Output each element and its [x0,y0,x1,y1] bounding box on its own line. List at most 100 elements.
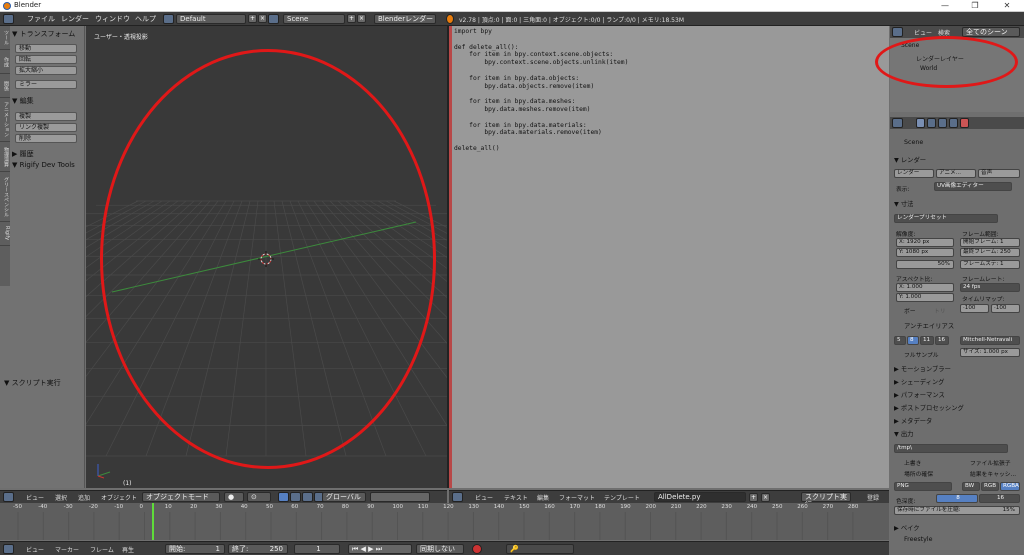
frame-step-field[interactable]: フレームステ: 1 [960,260,1020,269]
text-file-selector[interactable]: AllDelete.py [654,492,746,502]
aa-samples-11[interactable]: 11 [920,336,934,345]
aa-size-field[interactable]: サイズ: 1.000 px [960,348,1020,357]
antialiasing-panel-header[interactable]: アンチエイリアス [904,321,954,330]
timeline-menu-playback[interactable]: 再生 [122,545,134,554]
framerate-selector[interactable]: 24 fps [960,283,1020,292]
duplicate-button[interactable]: 複製 [15,112,77,121]
resolution-x-field[interactable]: X: 1920 px [896,238,954,247]
remap-new-field[interactable]: ·100 [991,304,1020,313]
placeholders-checkbox[interactable]: 場所の確保 [904,469,933,478]
post-processing-panel-header[interactable]: ▶ ポストプロセッシング [894,403,964,412]
rotate-button[interactable]: 回転 [15,55,77,64]
color-mode-rgba[interactable]: RGBA [1000,482,1020,491]
menu-help[interactable]: ヘルプ [135,14,156,24]
register-checkbox[interactable]: 登録 [867,493,879,502]
scene-icon[interactable] [268,14,279,24]
text-editor[interactable]: import bpy def delete_all(): for item in… [449,26,889,488]
display-mode-selector[interactable]: UV画像エディター [934,182,1012,191]
3d-menu-view[interactable]: ビュー [26,493,44,502]
timeline-editor-type-icon[interactable] [3,544,14,554]
sync-mode-selector[interactable]: 同期しない [416,544,464,554]
file-extensions-checkbox[interactable]: ファイル拡張子 [970,458,1011,467]
edit-panel-header[interactable]: ▼ 編集 [12,96,34,106]
output-path-field[interactable]: /tmp\ [894,444,1008,453]
aa-samples-16[interactable]: 16 [935,336,949,345]
tab-create[interactable]: 作成 [0,50,10,74]
outliner-row-scene[interactable]: Scene [901,42,919,49]
viewport-shading-selector[interactable]: ● [224,492,244,502]
rotate-manipulator-icon[interactable] [302,492,313,502]
scene-selector[interactable]: Scene [283,14,345,24]
frame-start-field[interactable]: 開始フレーム: 1 [960,238,1020,247]
object-tab-icon[interactable] [960,118,969,128]
translate-manipulator-icon[interactable] [290,492,301,502]
text-menu-text[interactable]: テキスト [504,493,528,502]
properties-editor-icon[interactable] [892,118,903,128]
current-frame-field[interactable]: 1 [294,544,340,554]
layout-icon[interactable] [163,14,174,24]
transform-orientation-selector[interactable]: グローバル [322,492,366,502]
menu-window[interactable]: ウィンドウ [95,14,130,24]
menu-render[interactable]: レンダー [61,14,89,24]
minimize-button[interactable]: — [930,0,960,12]
tab-grease-pencil[interactable]: グリースペンシル [0,172,10,222]
render-preset-selector[interactable]: レンダープリセット [894,214,998,223]
manipulator-toggle-icon[interactable] [278,492,289,502]
layout-add-button[interactable]: + [248,14,257,23]
timeline-menu-marker[interactable]: マーカー [55,545,79,554]
tab-animation[interactable]: アニメーション [0,98,10,142]
3d-menu-add[interactable]: 追加 [78,493,90,502]
tab-relations[interactable]: 関係 [0,74,10,98]
text-menu-templates[interactable]: テンプレート [604,493,640,502]
timeline-menu-frame[interactable]: フレーム [90,545,114,554]
outliner-editor-icon[interactable] [892,27,903,37]
outliner-display-mode[interactable]: 全てのシーン [962,27,1020,37]
playback-controls[interactable]: ⏮ ◀ ▶ ⏭ [348,544,412,554]
dimensions-panel-header[interactable]: ▼ 寸法 [894,199,913,208]
playhead[interactable] [152,503,154,540]
text-menu-format[interactable]: フォーマット [559,493,595,502]
menu-file[interactable]: ファイル [27,14,55,24]
3d-menu-select[interactable]: 選択 [55,493,67,502]
keying-set-selector[interactable]: 🔑 [506,544,574,554]
3d-editor-type-icon[interactable] [3,492,14,502]
text-menu-edit[interactable]: 編集 [537,493,549,502]
layer-buttons[interactable] [370,492,430,502]
outliner-row-world[interactable]: World [920,65,937,72]
overwrite-checkbox[interactable]: 上書き [904,458,921,467]
scene-add-button[interactable]: + [347,14,356,23]
duplicate-linked-button[interactable]: リンク複製 [15,123,77,132]
render-layers-tab-icon[interactable] [927,118,936,128]
timeline-menu-view[interactable]: ビュー [26,545,44,554]
text-menu-view[interactable]: ビュー [475,493,493,502]
freestyle-panel-header[interactable]: Freestyle [904,536,932,543]
3d-viewport[interactable]: ユーザー・透視投影 (1) [86,26,447,488]
tab-rigify[interactable]: Rigify [0,222,10,246]
bake-panel-header[interactable]: ▶ ベイク [894,523,920,532]
run-script-button[interactable]: スクリプト実行 [801,492,851,509]
layout-selector[interactable]: Default [176,14,246,24]
delete-button[interactable]: 削除 [15,134,77,143]
scene-remove-button[interactable]: × [357,14,366,23]
layout-remove-button[interactable]: × [258,14,267,23]
color-depth-8[interactable]: 8 [936,494,978,503]
translate-button[interactable]: 移動 [15,44,77,53]
border-checkbox[interactable]: ボー [904,306,916,315]
motion-blur-panel-header[interactable]: ▶ モーションブラー [894,364,951,373]
text-new-button[interactable]: + [749,493,758,502]
3d-menu-object[interactable]: オブジェクト [101,493,137,502]
outliner-search-menu[interactable]: 検索 [938,28,950,37]
maximize-button[interactable]: ❐ [960,0,990,12]
script-code[interactable]: import bpy def delete_all(): for item in… [454,28,628,153]
tab-physics[interactable]: 物理演算 [0,142,10,172]
start-frame-field[interactable]: 開始: 1 [165,544,225,554]
pivot-selector[interactable]: ⊙ [247,492,271,502]
file-format-selector[interactable]: PNG [894,482,952,491]
remap-old-field[interactable]: ·100 [960,304,989,313]
render-button[interactable]: レンダー [894,169,934,178]
script-operator-header[interactable]: ▼ スクリプト実行 [4,378,61,388]
transform-panel-header[interactable]: ▼ トランスフォーム [12,29,75,39]
resolution-percentage-field[interactable]: 50% [896,260,954,269]
world-tab-icon[interactable] [949,118,958,128]
text-editor-type-icon[interactable] [452,492,463,502]
